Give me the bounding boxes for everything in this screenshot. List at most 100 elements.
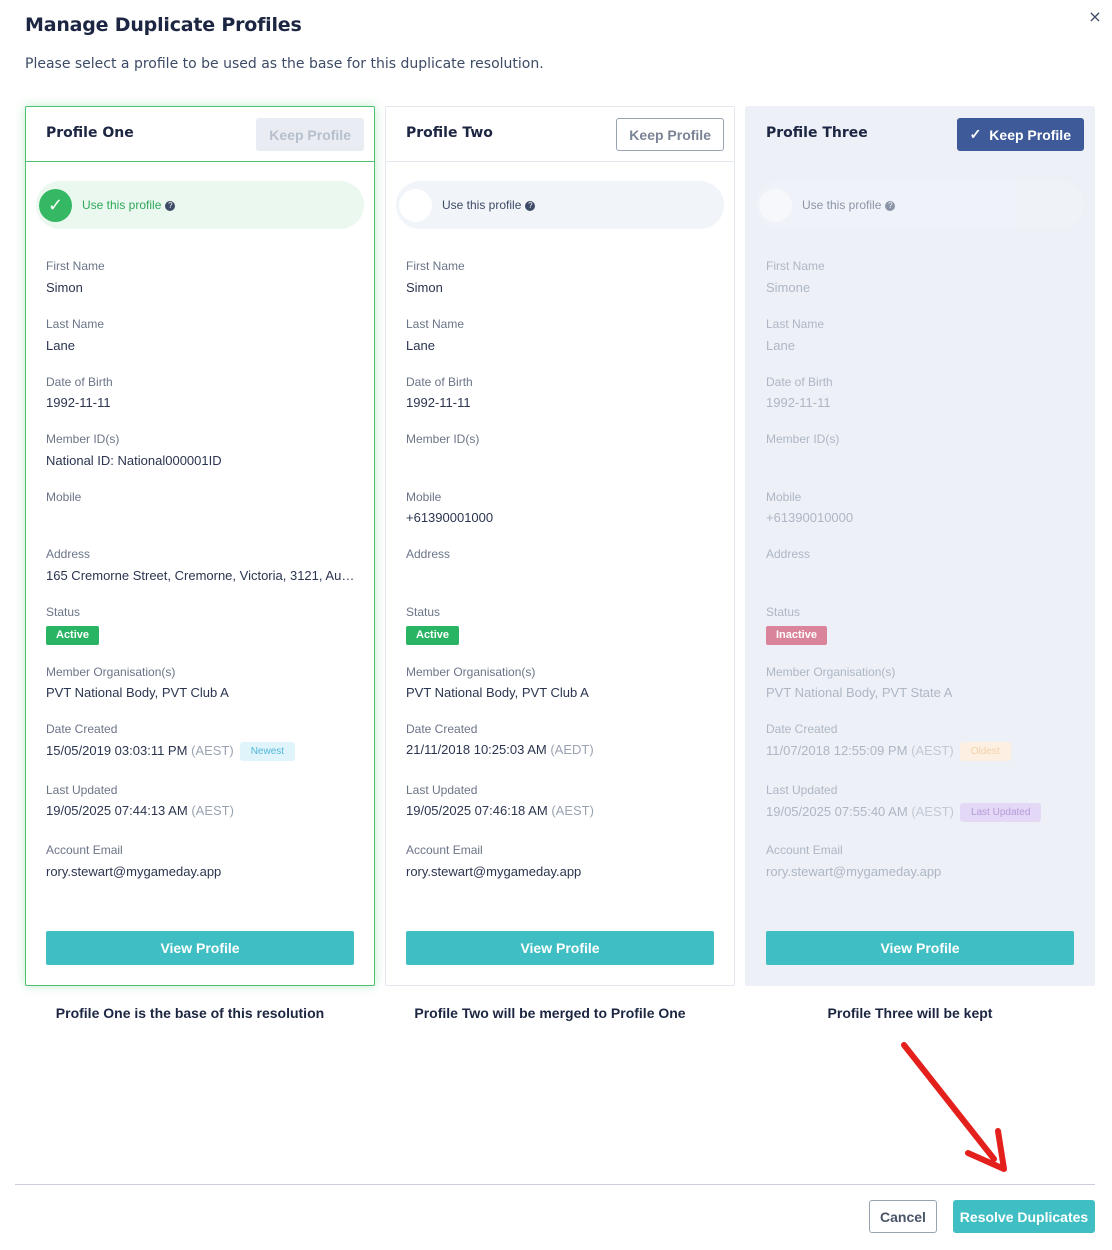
first-name-value: Simon (406, 280, 443, 295)
member-orgs-value: PVT National Body, PVT Club A (406, 685, 589, 700)
member-orgs-value: PVT National Body, PVT State A (766, 685, 953, 700)
view-profile-button[interactable]: View Profile (46, 931, 354, 965)
member-orgs-label: Member Organisation(s) (766, 665, 896, 679)
oldest-badge: Oldest (959, 742, 1011, 761)
last-name-value: Lane (46, 338, 75, 353)
member-orgs-label: Member Organisation(s) (46, 665, 176, 679)
last-updated-label: Last Updated (766, 783, 838, 797)
date-created-value: 21/11/2018 10:25:03 AM (AEDT) (406, 742, 594, 757)
close-icon[interactable]: × (1086, 8, 1104, 26)
footer-divider (15, 1184, 1095, 1185)
check-icon: ✓ (969, 126, 982, 142)
card-header: Profile Three ✓ Keep Profile (746, 107, 1094, 162)
use-this-profile-label: Use this profile? (82, 198, 176, 212)
keep-profile-button[interactable]: Keep Profile (616, 118, 724, 151)
use-this-profile-radio[interactable]: Use this profile? (756, 181, 1084, 229)
last-updated-label: Last Updated (406, 783, 478, 797)
profile-two-caption: Profile Two will be merged to Profile On… (414, 1005, 686, 1021)
profile-card-three: Profile Three ✓ Keep Profile Use this pro… (745, 106, 1095, 986)
member-ids-value: National ID: National000001ID (46, 453, 222, 468)
newest-badge: Newest (239, 742, 296, 761)
dob-label: Date of Birth (46, 375, 113, 389)
status-badge: Active (406, 626, 460, 645)
status-label: Status (766, 605, 801, 619)
resolve-duplicates-button[interactable]: Resolve Duplicates (953, 1200, 1095, 1233)
dob-value: 1992-11-11 (766, 395, 831, 410)
cancel-button[interactable]: Cancel (869, 1200, 937, 1233)
last-name-label: Last Name (766, 317, 825, 331)
member-orgs-label: Member Organisation(s) (406, 665, 536, 679)
member-ids-label: Member ID(s) (406, 432, 480, 446)
last-name-value: Lane (406, 338, 435, 353)
account-email-label: Account Email (766, 843, 843, 857)
modal-title: Manage Duplicate Profiles (25, 14, 302, 36)
annotation-arrow-icon (901, 1042, 1007, 1172)
status-badge: Inactive (766, 626, 827, 645)
first-name-label: First Name (406, 259, 465, 273)
mobile-label: Mobile (406, 490, 442, 504)
date-created-label: Date Created (46, 722, 118, 736)
first-name-label: First Name (766, 259, 825, 273)
dob-label: Date of Birth (406, 375, 473, 389)
view-profile-button[interactable]: View Profile (766, 931, 1074, 965)
address-label: Address (406, 547, 451, 561)
member-orgs-value: PVT National Body, PVT Club A (46, 685, 229, 700)
address-label: Address (766, 547, 811, 561)
profile-card-two: Profile Two Keep Profile Use this profil… (385, 106, 735, 986)
last-updated-badge: Last Updated (959, 803, 1042, 822)
use-this-profile-radio[interactable]: ✓ Use this profile? (36, 181, 364, 229)
last-updated-value: 19/05/2025 07:44:13 AM (AEST) (46, 803, 234, 818)
view-profile-button[interactable]: View Profile (406, 931, 714, 965)
dob-value: 1992-11-11 (46, 395, 111, 410)
status-label: Status (406, 605, 441, 619)
member-ids-label: Member ID(s) (46, 432, 120, 446)
profile-three-caption: Profile Three will be kept (827, 1005, 993, 1021)
card-header: Profile Two Keep Profile (386, 107, 734, 162)
date-created-value: 11/07/2018 12:55:09 PM (AEST) Oldest (766, 742, 1076, 761)
date-created-label: Date Created (766, 722, 838, 736)
account-email-value: rory.stewart@mygameday.app (766, 864, 942, 879)
card-title: Profile Three (766, 125, 868, 141)
use-this-profile-radio[interactable]: Use this profile? (396, 181, 724, 229)
mobile-label: Mobile (766, 490, 802, 504)
first-name-label: First Name (46, 259, 105, 273)
help-icon[interactable]: ? (885, 201, 896, 211)
mobile-value: +61390001000 (406, 510, 494, 525)
keep-profile-button[interactable]: Keep Profile (256, 118, 364, 151)
account-email-label: Account Email (46, 843, 123, 857)
help-icon[interactable]: ? (525, 201, 536, 211)
radio-empty-icon (399, 188, 432, 222)
last-updated-value: 19/05/2025 07:55:40 AM (AEST) Last Update… (766, 803, 1076, 822)
use-this-profile-label: Use this profile? (802, 198, 896, 212)
last-name-label: Last Name (406, 317, 465, 331)
use-this-profile-label: Use this profile? (442, 198, 536, 212)
date-created-label: Date Created (406, 722, 478, 736)
dob-label: Date of Birth (766, 375, 833, 389)
status-label: Status (46, 605, 81, 619)
last-name-value: Lane (766, 338, 795, 353)
last-updated-value: 19/05/2025 07:46:18 AM (AEST) (406, 803, 594, 818)
date-created-value: 15/05/2019 03:03:11 PM (AEST) Newest (46, 742, 356, 761)
modal-subtitle: Please select a profile to be used as th… (25, 56, 544, 72)
first-name-value: Simon (46, 280, 83, 295)
help-icon[interactable]: ? (165, 201, 176, 211)
mobile-label: Mobile (46, 490, 82, 504)
address-value: 165 Cremorne Street, Cremorne, Victoria,… (46, 568, 356, 583)
member-ids-label: Member ID(s) (766, 432, 840, 446)
radio-empty-icon (759, 188, 792, 222)
dob-value: 1992-11-11 (406, 395, 471, 410)
mobile-value: +61390010000 (766, 510, 854, 525)
checkmark-icon: ✓ (39, 188, 72, 222)
account-email-value: rory.stewart@mygameday.app (46, 864, 222, 879)
card-title: Profile One (46, 125, 134, 141)
profile-card-one: Profile One Keep Profile ✓ Use this prof… (25, 106, 375, 986)
last-updated-label: Last Updated (46, 783, 118, 797)
address-label: Address (46, 547, 91, 561)
card-title: Profile Two (406, 125, 493, 141)
account-email-value: rory.stewart@mygameday.app (406, 864, 582, 879)
card-header: Profile One Keep Profile (26, 107, 374, 162)
last-name-label: Last Name (46, 317, 105, 331)
keep-profile-button[interactable]: ✓ Keep Profile (956, 118, 1084, 151)
first-name-value: Simone (766, 280, 811, 295)
profile-one-caption: Profile One is the base of this resoluti… (55, 1005, 325, 1021)
